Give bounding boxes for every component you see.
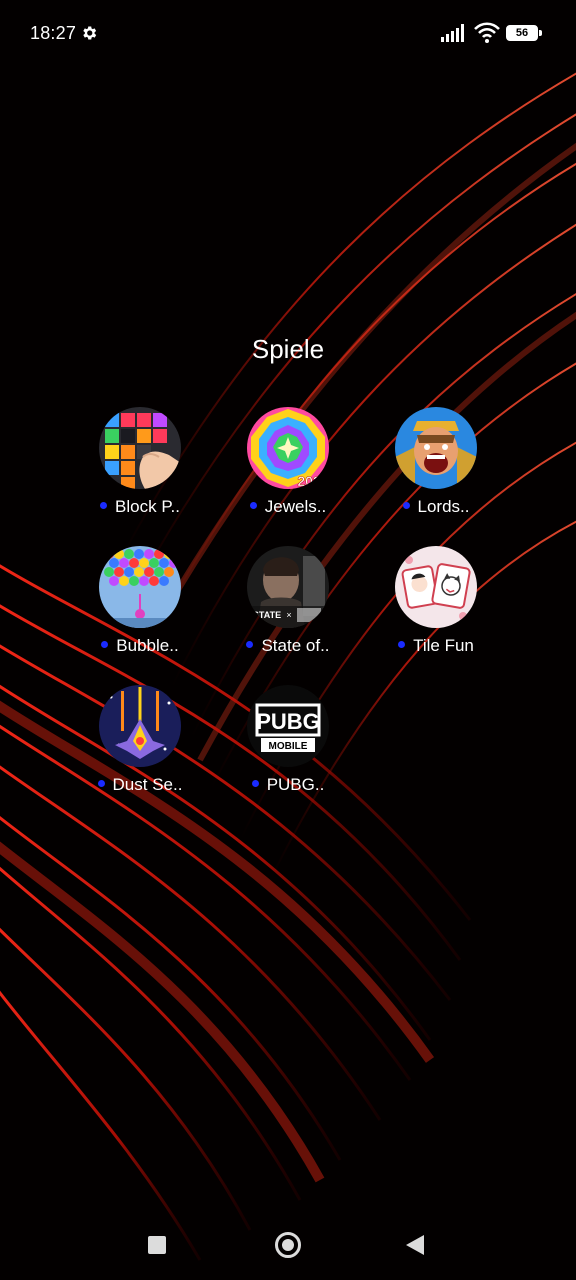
state-of-survival-icon[interactable]: STATE × xyxy=(247,546,329,628)
dust-settle-icon[interactable] xyxy=(99,685,181,767)
battery-level: 56 xyxy=(515,27,529,39)
block-puzzle-icon[interactable] xyxy=(99,407,181,489)
app-label-row: State of.. xyxy=(218,636,358,658)
app-label: Jewels.. xyxy=(264,497,327,516)
app-label: Bubble.. xyxy=(116,636,179,655)
home-button-dot xyxy=(282,1239,294,1251)
status-time: 18:27 xyxy=(30,23,77,43)
new-indicator-dot xyxy=(100,501,108,509)
pubg-mobile-icon[interactable]: PUBG MOBILE xyxy=(247,685,329,767)
app-label: State of.. xyxy=(261,636,330,655)
app-block-puzzle[interactable]: Block P.. xyxy=(70,407,210,527)
app-label-row: Block P.. xyxy=(70,497,210,519)
battery-icon: 56 xyxy=(506,25,542,43)
state-icon-cross: × xyxy=(286,610,291,620)
signal-icon xyxy=(441,24,464,42)
app-label: Dust Se.. xyxy=(112,775,183,794)
app-label: Lords.. xyxy=(417,497,470,516)
new-indicator-dot xyxy=(398,640,406,648)
new-indicator-dot xyxy=(249,501,257,509)
recents-button[interactable] xyxy=(148,1236,166,1254)
app-tile-fun[interactable]: Tile Fun xyxy=(366,546,506,666)
bubble-shooter-icon[interactable] xyxy=(99,546,181,628)
app-label-row: Dust Se.. xyxy=(70,775,210,797)
app-lords[interactable]: Lords.. xyxy=(366,407,506,527)
app-label-row: Jewels.. xyxy=(218,497,358,519)
jewels-badge-text: 202 xyxy=(297,473,321,489)
new-indicator-dot xyxy=(101,640,109,648)
tile-fun-icon[interactable] xyxy=(395,546,477,628)
new-indicator-dot xyxy=(246,640,254,648)
app-label-row: PUBG.. xyxy=(218,775,358,797)
jewels-icon[interactable]: 202 xyxy=(247,407,329,489)
wifi-icon xyxy=(474,22,500,43)
app-pubg[interactable]: PUBG MOBILE PUBG.. xyxy=(218,685,358,805)
app-jewels[interactable]: 202 Jewels.. xyxy=(218,407,358,527)
folder-title[interactable]: Spiele xyxy=(0,334,576,365)
home-screen: 18:27 56 Spiele Block P.. 202 Jewels.. L… xyxy=(0,0,576,1280)
pubg-logo-text: PUBG xyxy=(256,709,320,734)
new-indicator-dot xyxy=(402,501,410,509)
app-state-of-survival[interactable]: STATE × State of.. xyxy=(218,546,358,666)
app-dust-settle[interactable]: Dust Se.. xyxy=(70,685,210,805)
new-indicator-dot xyxy=(97,779,105,787)
pubg-sub-text: MOBILE xyxy=(269,741,308,752)
app-bubble[interactable]: Bubble.. xyxy=(70,546,210,666)
app-label: Tile Fun xyxy=(413,636,474,655)
battery-tip xyxy=(539,30,542,36)
app-label-row: Lords.. xyxy=(366,497,506,519)
app-label-row: Bubble.. xyxy=(70,636,210,658)
state-icon-text: STATE xyxy=(253,610,281,620)
gear-icon xyxy=(83,26,97,40)
new-indicator-dot xyxy=(251,779,259,787)
back-button[interactable] xyxy=(406,1235,424,1255)
app-label-row: Tile Fun xyxy=(366,636,506,658)
app-label: PUBG.. xyxy=(266,775,325,794)
home-button[interactable] xyxy=(275,1232,301,1258)
status-bar: 18:27 56 xyxy=(0,0,576,68)
navigation-bar xyxy=(0,1210,576,1280)
app-label: Block P.. xyxy=(115,497,180,516)
lords-mobile-icon[interactable] xyxy=(395,407,477,489)
